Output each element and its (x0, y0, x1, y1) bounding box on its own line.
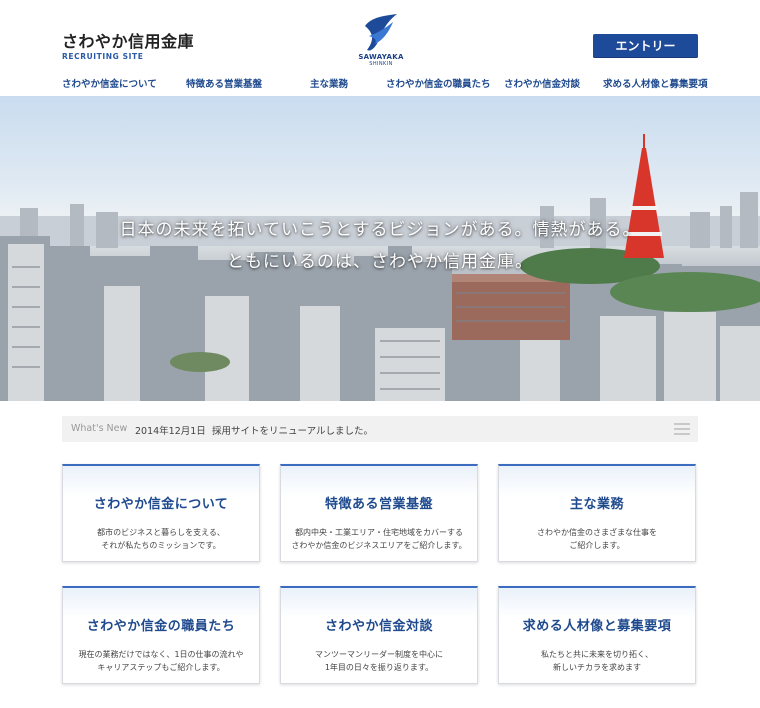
card-description: 私たちと共に未来を切り拓く、 新しいチカラを求めます (499, 648, 695, 674)
card-description: マンツーマンリーダー制度を中心に 1年目の日々を振り返ります。 (281, 648, 477, 674)
news-label: What's New (71, 423, 128, 434)
wave-logo-icon (365, 14, 397, 51)
hero-copy: 日本の未来を拓いていこうとするビジョンがある。情熱がある。 ともにいるのは、さわ… (0, 214, 760, 278)
global-nav: さわやか信金について 特徴ある営業基盤 主な業務 さわやか信金の職員たち さわや… (62, 76, 708, 92)
card-desc-line: 現在の業務だけではなく、1日の仕事の流れや (78, 650, 244, 659)
hero-headline-2: ともにいるのは、さわやか信用金庫。 (227, 252, 533, 272)
card-description: さわやか信金のさまざまな仕事を ご紹介します。 (499, 526, 695, 552)
logo-text-shinkin: SHINKIN (369, 61, 393, 67)
card-desc-line: キャリアステップもご紹介します。 (97, 663, 225, 672)
brand-block[interactable]: さわやか信用金庫 RECRUITING SITE (62, 32, 195, 62)
card-desc-line: 新しいチカラを求めます (553, 663, 641, 672)
card-desc-line: 都内中央・工業エリア・住宅地域をカバーする (295, 528, 463, 537)
card-desc-line: 私たちと共に未来を切り拓く、 (541, 650, 653, 659)
site-logo[interactable]: SAWAYAKA SHINKIN (353, 12, 409, 74)
card-desc-line: さわやか信金のビジネスエリアをご紹介します。 (291, 541, 467, 550)
card-title: さわやか信金について (93, 497, 229, 512)
hero-headline-1: 日本の未来を拓いていこうとするビジョンがある。情熱がある。 (119, 220, 641, 240)
news-bar: What's New 2014年12月1日 採用サイトをリニューアルしました。 (62, 416, 698, 442)
card-description: 都市のビジネスと暮らしを支える、 それが私たちのミッションです。 (63, 526, 259, 552)
card-business-base[interactable]: 特徴ある営業基盤 都内中央・工業エリア・住宅地域をカバーする さわやか信金のビジ… (280, 464, 478, 562)
news-date: 2014年12月1日 (135, 426, 206, 437)
card-desc-line: 都市のビジネスと暮らしを支える、 (97, 528, 225, 537)
nav-item-business-base[interactable]: 特徴ある営業基盤 (186, 76, 262, 90)
card-desc-line: マンツーマンリーダー制度を中心に (315, 650, 443, 659)
card-description: 現在の業務だけではなく、1日の仕事の流れや キャリアステップもご紹介します。 (63, 648, 259, 674)
card-desc-line: ご紹介します。 (569, 541, 625, 550)
card-recruitment[interactable]: 求める人材像と募集要項 私たちと共に未来を切り拓く、 新しいチカラを求めます (498, 586, 696, 684)
hero-banner: 日本の未来を拓いていこうとするビジョンがある。情熱がある。 ともにいるのは、さわ… (0, 96, 760, 401)
site-header: さわやか信用金庫 RECRUITING SITE SAWAYAKA SHINKI… (0, 0, 760, 96)
card-description: 都内中央・工業エリア・住宅地域をカバーする さわやか信金のビジネスエリアをご紹介… (281, 526, 477, 552)
nav-item-recruitment[interactable]: 求める人材像と募集要項 (603, 76, 708, 90)
card-about[interactable]: さわやか信金について 都市のビジネスと暮らしを支える、 それが私たちのミッション… (62, 464, 260, 562)
card-title: さわやか信金対談 (324, 619, 433, 634)
card-desc-line: さわやか信金のさまざまな仕事を (537, 528, 657, 537)
news-headline[interactable]: 採用サイトをリニューアルしました。 (212, 423, 373, 437)
logo-text-sawayaka: SAWAYAKA (358, 53, 404, 61)
card-title: さわやか信金の職員たち (86, 619, 236, 634)
card-staff[interactable]: さわやか信金の職員たち 現在の業務だけではなく、1日の仕事の流れや キャリアステ… (62, 586, 260, 684)
card-title: 特徴ある営業基盤 (324, 497, 433, 512)
card-main-work[interactable]: 主な業務 さわやか信金のさまざまな仕事を ご紹介します。 (498, 464, 696, 562)
card-dialogue[interactable]: さわやか信金対談 マンツーマンリーダー制度を中心に 1年目の日々を振り返ります。 (280, 586, 478, 684)
nav-item-dialogue[interactable]: さわやか信金対談 (504, 76, 580, 90)
card-title: 主な業務 (569, 497, 624, 512)
card-desc-line: それが私たちのミッションです。 (101, 541, 221, 550)
list-icon[interactable] (674, 423, 690, 435)
nav-item-about[interactable]: さわやか信金について (62, 76, 157, 90)
brand-subtitle: RECRUITING SITE (62, 52, 144, 61)
nav-item-staff[interactable]: さわやか信金の職員たち (386, 76, 491, 90)
card-title: 求める人材像と募集要項 (522, 619, 672, 634)
brand-name: さわやか信用金庫 (62, 32, 195, 51)
entry-button[interactable]: エントリー (593, 34, 698, 58)
card-desc-line: 1年目の日々を振り返ります。 (324, 663, 434, 672)
nav-item-main-work[interactable]: 主な業務 (310, 76, 348, 90)
